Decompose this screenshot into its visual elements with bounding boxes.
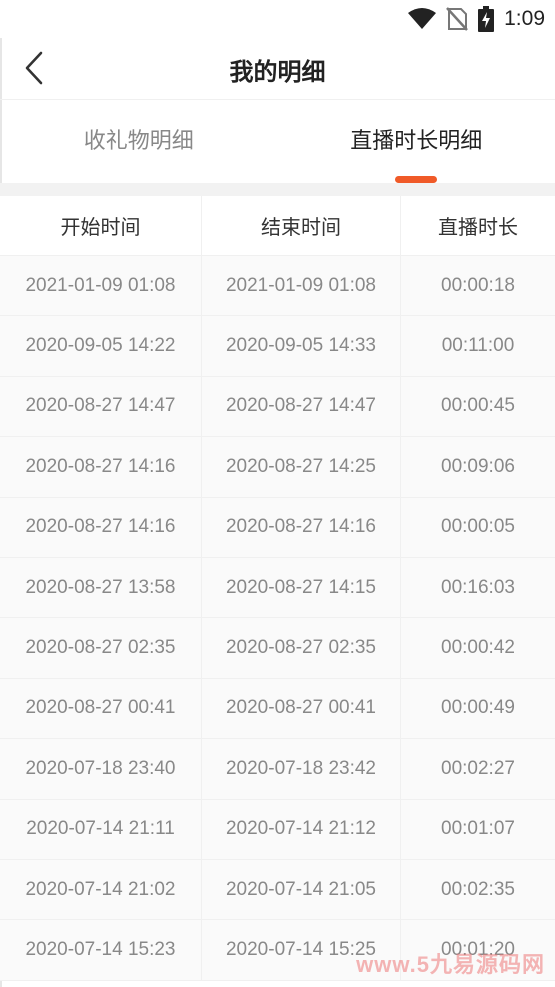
duration-cell: 00:00:49 — [441, 697, 515, 719]
start-time-cell: 2020-08-27 02:35 — [0, 618, 202, 678]
tab-gift-detail[interactable]: 收礼物明细 — [0, 101, 278, 183]
table-row: 2021-01-09 01:08 2021-01-09 01:08 00:00:… — [0, 256, 555, 317]
start-time-cell: 2021-01-09 01:08 — [0, 256, 202, 316]
duration-cell: 00:16:03 — [441, 576, 515, 598]
start-time-cell: 2020-08-27 13:58 — [0, 557, 202, 618]
end-time-cell: 2020-08-27 14:25 — [202, 437, 401, 497]
start-time-cell: 2020-07-14 15:23 — [0, 920, 202, 980]
duration-cell: 00:00:45 — [441, 395, 515, 417]
table-row: 2020-08-27 02:35 2020-08-27 02:35 00:00:… — [0, 618, 555, 679]
table-row: 2020-08-27 13:58 2020-08-27 14:15 00:16:… — [0, 557, 555, 619]
tab-gift-detail-label: 收礼物明细 — [83, 129, 194, 154]
header-bar: 我的明细 — [0, 38, 555, 100]
end-time-cell: 2020-09-05 14:33 — [202, 316, 401, 376]
tab-bar: 收礼物明细 直播时长明细 — [0, 101, 555, 183]
duration-cell: 00:00:05 — [441, 516, 515, 538]
duration-cell: 00:01:07 — [441, 818, 515, 840]
table-row: 2020-08-27 14:16 2020-08-27 14:25 00:09:… — [0, 437, 555, 498]
column-header-duration: 直播时长 — [438, 215, 518, 239]
start-time-cell: 2020-08-27 00:41 — [0, 678, 202, 739]
start-time-cell: 2020-09-05 14:22 — [0, 316, 202, 376]
screen: 1:09 我的明细 收礼物明细 直播时长明细 开始时间 结束时间 直播时长 20… — [0, 0, 555, 987]
table-row: 2020-07-18 23:40 2020-07-18 23:42 00:02:… — [0, 739, 555, 800]
end-time-cell: 2020-08-27 02:35 — [202, 618, 401, 678]
duration-cell: 00:00:42 — [441, 637, 515, 659]
end-time-cell: 2020-07-18 23:42 — [202, 739, 401, 799]
duration-cell: 00:11:00 — [441, 335, 515, 357]
status-icons: 1:09 — [408, 5, 545, 33]
end-time-cell: 2020-08-27 14:16 — [202, 497, 401, 557]
end-time-cell: 2021-01-09 01:08 — [202, 256, 401, 316]
battery-charging-icon — [478, 6, 495, 32]
no-sim-icon — [446, 7, 469, 31]
end-time-cell: 2020-08-27 14:47 — [202, 376, 401, 437]
column-header-end-time: 结束时间 — [202, 196, 401, 255]
wifi-icon — [408, 8, 437, 29]
table-header: 开始时间 结束时间 直播时长 — [0, 196, 555, 256]
table-row: 2020-08-27 14:47 2020-08-27 14:47 00:00:… — [0, 376, 555, 438]
live-duration-table: 开始时间 结束时间 直播时长 2021-01-09 01:08 2021-01-… — [0, 196, 555, 981]
end-time-cell: 2020-07-14 21:12 — [202, 799, 401, 859]
status-time: 1:09 — [504, 7, 545, 30]
start-time-cell: 2020-08-27 14:16 — [0, 437, 202, 497]
table-row: 2020-09-05 14:22 2020-09-05 14:33 00:11:… — [0, 316, 555, 377]
end-time-cell: 2020-07-14 21:05 — [202, 859, 401, 920]
start-time-cell: 2020-08-27 14:16 — [0, 497, 202, 557]
duration-cell: 00:02:27 — [441, 757, 515, 779]
start-time-cell: 2020-07-18 23:40 — [0, 739, 202, 799]
table-row: 2020-08-27 14:16 2020-08-27 14:16 00:00:… — [0, 497, 555, 558]
duration-cell: 00:09:06 — [441, 455, 515, 477]
table-row: 2020-07-14 21:11 2020-07-14 21:12 00:01:… — [0, 799, 555, 860]
watermark: www.5九易源码网 — [356, 952, 545, 977]
active-tab-indicator — [395, 176, 438, 183]
end-time-cell: 2020-08-27 14:15 — [202, 557, 401, 618]
table-row: 2020-08-27 00:41 2020-08-27 00:41 00:00:… — [0, 678, 555, 740]
start-time-cell: 2020-08-27 14:47 — [0, 376, 202, 437]
tab-live-duration-detail-label: 直播时长明细 — [350, 129, 483, 154]
tab-live-duration-detail[interactable]: 直播时长明细 — [278, 101, 555, 183]
section-divider — [0, 183, 555, 196]
status-bar: 1:09 — [0, 0, 555, 38]
column-header-start-time: 开始时间 — [0, 196, 202, 255]
start-time-cell: 2020-07-14 21:11 — [0, 799, 202, 859]
end-time-cell: 2020-08-27 00:41 — [202, 678, 401, 739]
duration-cell: 00:02:35 — [441, 878, 515, 900]
duration-cell: 00:00:18 — [441, 274, 515, 296]
page-title: 我的明细 — [229, 58, 326, 86]
table-row: 2020-07-14 21:02 2020-07-14 21:05 00:02:… — [0, 859, 555, 921]
start-time-cell: 2020-07-14 21:02 — [0, 859, 202, 920]
